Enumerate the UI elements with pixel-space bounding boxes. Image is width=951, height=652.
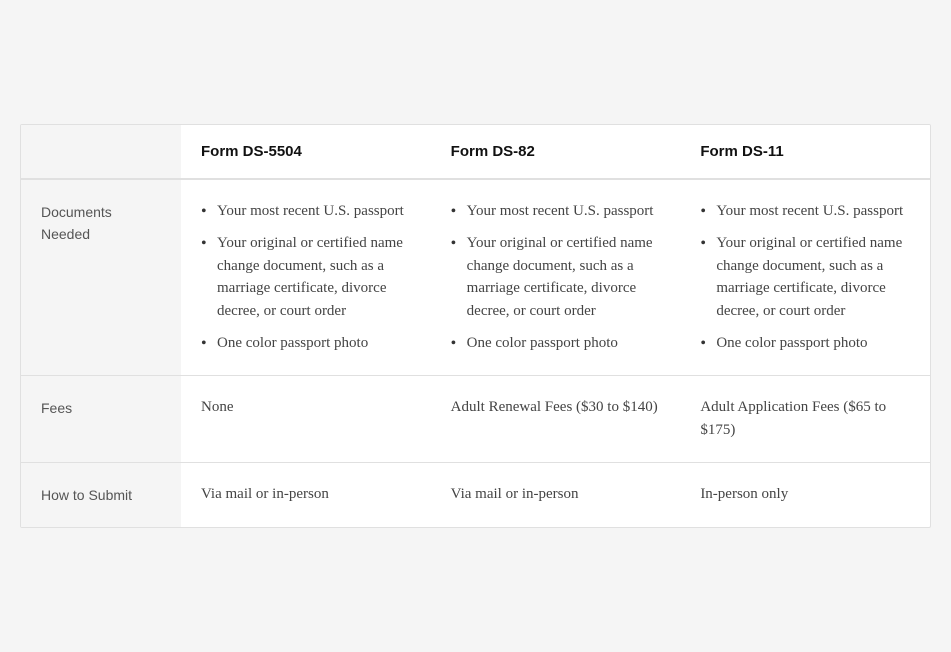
cell-documents-ds82: Your most recent U.S. passport Your orig… [431, 179, 681, 376]
list-item: One color passport photo [201, 332, 411, 355]
list-item: Your most recent U.S. passport [700, 200, 910, 223]
doc-list-ds82: Your most recent U.S. passport Your orig… [451, 200, 661, 355]
list-item: Your original or certified name change d… [700, 232, 910, 322]
doc-list-ds5504: Your most recent U.S. passport Your orig… [201, 200, 411, 355]
cell-documents-ds11: Your most recent U.S. passport Your orig… [680, 179, 930, 376]
cell-fees-ds5504: None [181, 375, 431, 463]
header-ds11: Form DS-11 [680, 125, 930, 179]
cell-documents-ds5504: Your most recent U.S. passport Your orig… [181, 179, 431, 376]
comparison-table: Form DS-5504 Form DS-82 Form DS-11 Docum… [20, 124, 931, 528]
table-row: How to Submit Via mail or in-person Via … [21, 463, 930, 527]
list-item: Your most recent U.S. passport [201, 200, 411, 223]
list-item: One color passport photo [700, 332, 910, 355]
list-item: Your original or certified name change d… [201, 232, 411, 322]
list-item: Your original or certified name change d… [451, 232, 661, 322]
cell-submit-ds82: Via mail or in-person [431, 463, 681, 527]
list-item: One color passport photo [451, 332, 661, 355]
header-col0 [21, 125, 181, 179]
row-label-submit: How to Submit [21, 463, 181, 527]
list-item: Your most recent U.S. passport [451, 200, 661, 223]
header-ds5504: Form DS-5504 [181, 125, 431, 179]
doc-list-ds11: Your most recent U.S. passport Your orig… [700, 200, 910, 355]
cell-submit-ds11: In-person only [680, 463, 930, 527]
cell-fees-ds11: Adult Application Fees ($65 to $175) [680, 375, 930, 463]
header-ds82: Form DS-82 [431, 125, 681, 179]
row-label-documents: Documents Needed [21, 179, 181, 376]
row-label-fees: Fees [21, 375, 181, 463]
table-row: Fees None Adult Renewal Fees ($30 to $14… [21, 375, 930, 463]
table-row: Documents Needed Your most recent U.S. p… [21, 179, 930, 376]
cell-submit-ds5504: Via mail or in-person [181, 463, 431, 527]
cell-fees-ds82: Adult Renewal Fees ($30 to $140) [431, 375, 681, 463]
